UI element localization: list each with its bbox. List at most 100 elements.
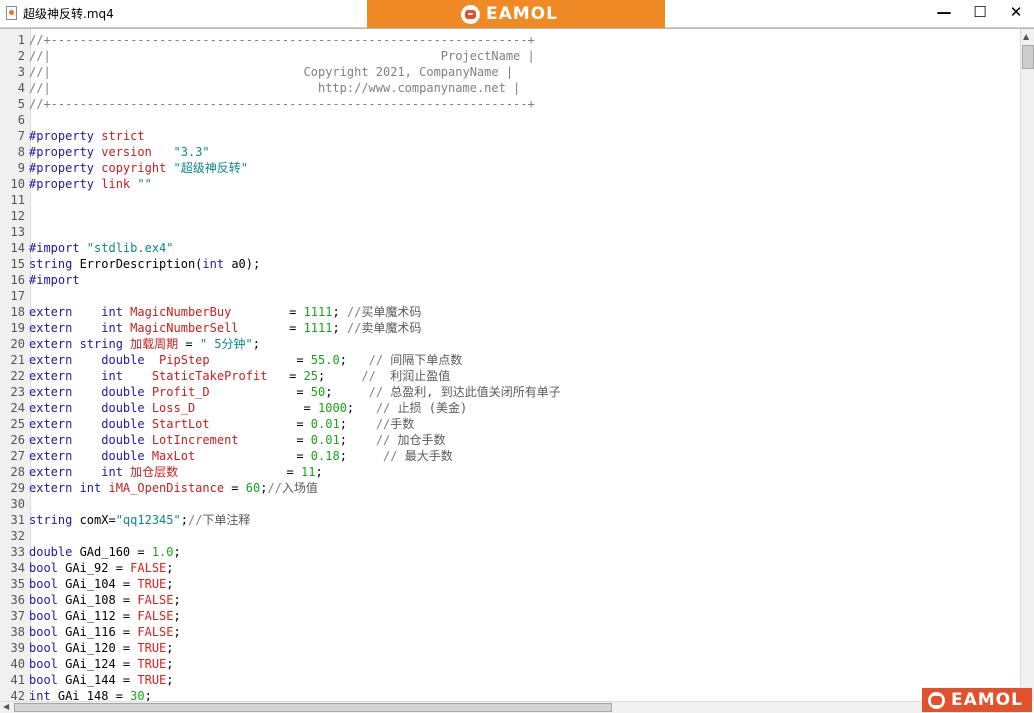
code-token: string <box>29 513 80 527</box>
code-token: 60 <box>245 481 261 495</box>
code-token: // <box>346 305 362 319</box>
code-token: ; <box>315 465 323 479</box>
code-line[interactable]: 36 bool GAi_108 = FALSE; <box>0 592 1020 608</box>
code-token: extern double <box>29 417 152 431</box>
scroll-left-arrow-icon[interactable]: ◀ <box>3 702 9 711</box>
code-line[interactable]: 5 //+------------------------------------… <box>0 96 1020 112</box>
code-line[interactable]: 9 #property copyright "超级神反转" <box>0 160 1020 176</box>
line-number: 30 <box>10 497 25 511</box>
code-token: "qq12345" <box>115 513 181 527</box>
vertical-scroll-thumb[interactable] <box>1022 45 1034 69</box>
code-content[interactable]: 1 //+------------------------------------… <box>0 32 1020 704</box>
minimize-button[interactable]: — <box>926 0 962 24</box>
code-editor[interactable]: 1 //+------------------------------------… <box>0 28 1034 704</box>
line-number: 27 <box>10 449 25 463</box>
code-token: 25 <box>303 369 318 383</box>
code-token: bool <box>29 625 66 639</box>
code-token: 1111 <box>303 321 333 335</box>
code-token: strict <box>101 129 145 143</box>
code-line[interactable]: 30 <box>0 496 1020 512</box>
code-token: ; <box>339 433 376 447</box>
line-number: 11 <box>10 193 25 207</box>
code-line[interactable]: 11 <box>0 192 1020 208</box>
line-number: 1 <box>17 33 25 47</box>
code-line[interactable]: 39 bool GAi_120 = TRUE; <box>0 640 1020 656</box>
code-token: extern double <box>29 433 152 447</box>
code-line[interactable]: 34 bool GAi_92 = FALSE; <box>0 560 1020 576</box>
code-token: #property <box>29 145 102 159</box>
code-token: ; <box>332 321 347 335</box>
line-number: 10 <box>10 177 25 191</box>
code-line[interactable]: 7 #property strict <box>0 128 1020 144</box>
code-line[interactable]: 35 bool GAi_104 = TRUE; <box>0 576 1020 592</box>
code-line[interactable]: 25 extern double StartLot = 0.01; //手数 <box>0 416 1020 432</box>
code-line[interactable]: 26 extern double LotIncrement = 0.01; // … <box>0 432 1020 448</box>
line-number: 20 <box>10 337 25 351</box>
code-line[interactable]: 15 string ErrorDescription(int a0); <box>0 256 1020 272</box>
code-token: TRUE <box>137 577 167 591</box>
code-token: bool <box>29 641 66 655</box>
code-line[interactable]: 22 extern int StaticTakeProfit = 25; // 利… <box>0 368 1020 384</box>
maximize-button[interactable]: ☐ <box>962 0 998 24</box>
code-line[interactable]: 31 string comX="qq12345";//下单注释 <box>0 512 1020 528</box>
code-line[interactable]: 41 bool GAi_144 = TRUE; <box>0 672 1020 688</box>
code-token: GAi_108 = <box>65 593 138 607</box>
code-line[interactable]: 33 double GAd_160 = 1.0; <box>0 544 1020 560</box>
code-line[interactable]: 38 bool GAi_116 = FALSE; <box>0 624 1020 640</box>
code-line[interactable]: 10 #property link "" <box>0 176 1020 192</box>
code-line[interactable]: 17 <box>0 288 1020 304</box>
code-token: TRUE <box>137 657 167 671</box>
code-token: #property <box>29 177 102 191</box>
code-line[interactable]: 12 <box>0 208 1020 224</box>
horizontal-scrollbar[interactable]: ◀ <box>0 701 1020 713</box>
code-line[interactable]: 3 //| Copyright 2021, CompanyName | <box>0 64 1020 80</box>
code-token: 0.01 <box>310 417 340 431</box>
code-token: ; <box>166 641 174 655</box>
code-token: = <box>209 353 311 367</box>
code-token: // <box>187 513 203 527</box>
vertical-scrollbar[interactable]: ▲ <box>1020 29 1034 701</box>
code-line[interactable]: 23 extern double Profit_D = 50; // 总盈利, 到… <box>0 384 1020 400</box>
code-token: ; <box>166 577 174 591</box>
code-line[interactable]: 20 extern string 加载周期 = " 5分钟"; <box>0 336 1020 352</box>
code-line[interactable]: 32 <box>0 528 1020 544</box>
scroll-up-arrow-icon[interactable]: ▲ <box>1023 32 1029 41</box>
code-line[interactable]: 40 bool GAi_124 = TRUE; <box>0 656 1020 672</box>
code-token: ; <box>318 369 362 383</box>
code-line[interactable]: 8 #property version "3.3" <box>0 144 1020 160</box>
code-token: = <box>267 369 304 383</box>
code-token: a0); <box>231 257 261 271</box>
code-line[interactable]: 29 extern int iMA_OpenDistance = 60;//入场值 <box>0 480 1020 496</box>
code-token: // <box>383 449 405 463</box>
code-token: GAi_92 = <box>65 561 131 575</box>
code-token: // <box>375 401 398 415</box>
code-line[interactable]: 14 #import "stdlib.ex4" <box>0 240 1020 256</box>
line-number: 28 <box>10 465 25 479</box>
code-line[interactable]: 4 //| http://www.companyname.net | <box>0 80 1020 96</box>
code-token: = <box>209 417 311 431</box>
code-line[interactable]: 6 <box>0 112 1020 128</box>
code-line[interactable]: 18 extern int MagicNumberBuy = 1111; //买单… <box>0 304 1020 320</box>
code-token: ; <box>173 593 181 607</box>
code-line[interactable]: 21 extern double PipStep = 55.0; // 间隔下单点… <box>0 352 1020 368</box>
close-button[interactable]: ✕ <box>998 0 1034 24</box>
brand-logo: EAMOL <box>461 4 558 24</box>
code-line[interactable]: 19 extern int MagicNumberSell = 1111; //卖… <box>0 320 1020 336</box>
code-line[interactable]: 24 extern double Loss_D = 1000; // 止损 (美金… <box>0 400 1020 416</box>
code-line[interactable]: 16 #import <box>0 272 1020 288</box>
line-number: 36 <box>10 593 25 607</box>
code-line[interactable]: 28 extern int 加仓层数 = 11; <box>0 464 1020 480</box>
code-line[interactable]: 13 <box>0 224 1020 240</box>
code-line[interactable]: 27 extern double MaxLot = 0.18; // 最大手数 <box>0 448 1020 464</box>
horizontal-scroll-thumb[interactable] <box>14 703 612 712</box>
code-line[interactable]: 2 //| ProjectName | <box>0 48 1020 64</box>
line-number: 33 <box>10 545 25 559</box>
code-line[interactable]: 37 bool GAi_112 = FALSE; <box>0 608 1020 624</box>
code-token: 利润止盈值 <box>390 369 451 383</box>
code-token: StaticTakeProfit <box>151 369 268 383</box>
code-token: 止损 (美金) <box>397 401 468 415</box>
code-token: 11 <box>301 465 316 479</box>
code-line[interactable]: 1 //+------------------------------------… <box>0 32 1020 48</box>
line-number: 40 <box>10 657 25 671</box>
